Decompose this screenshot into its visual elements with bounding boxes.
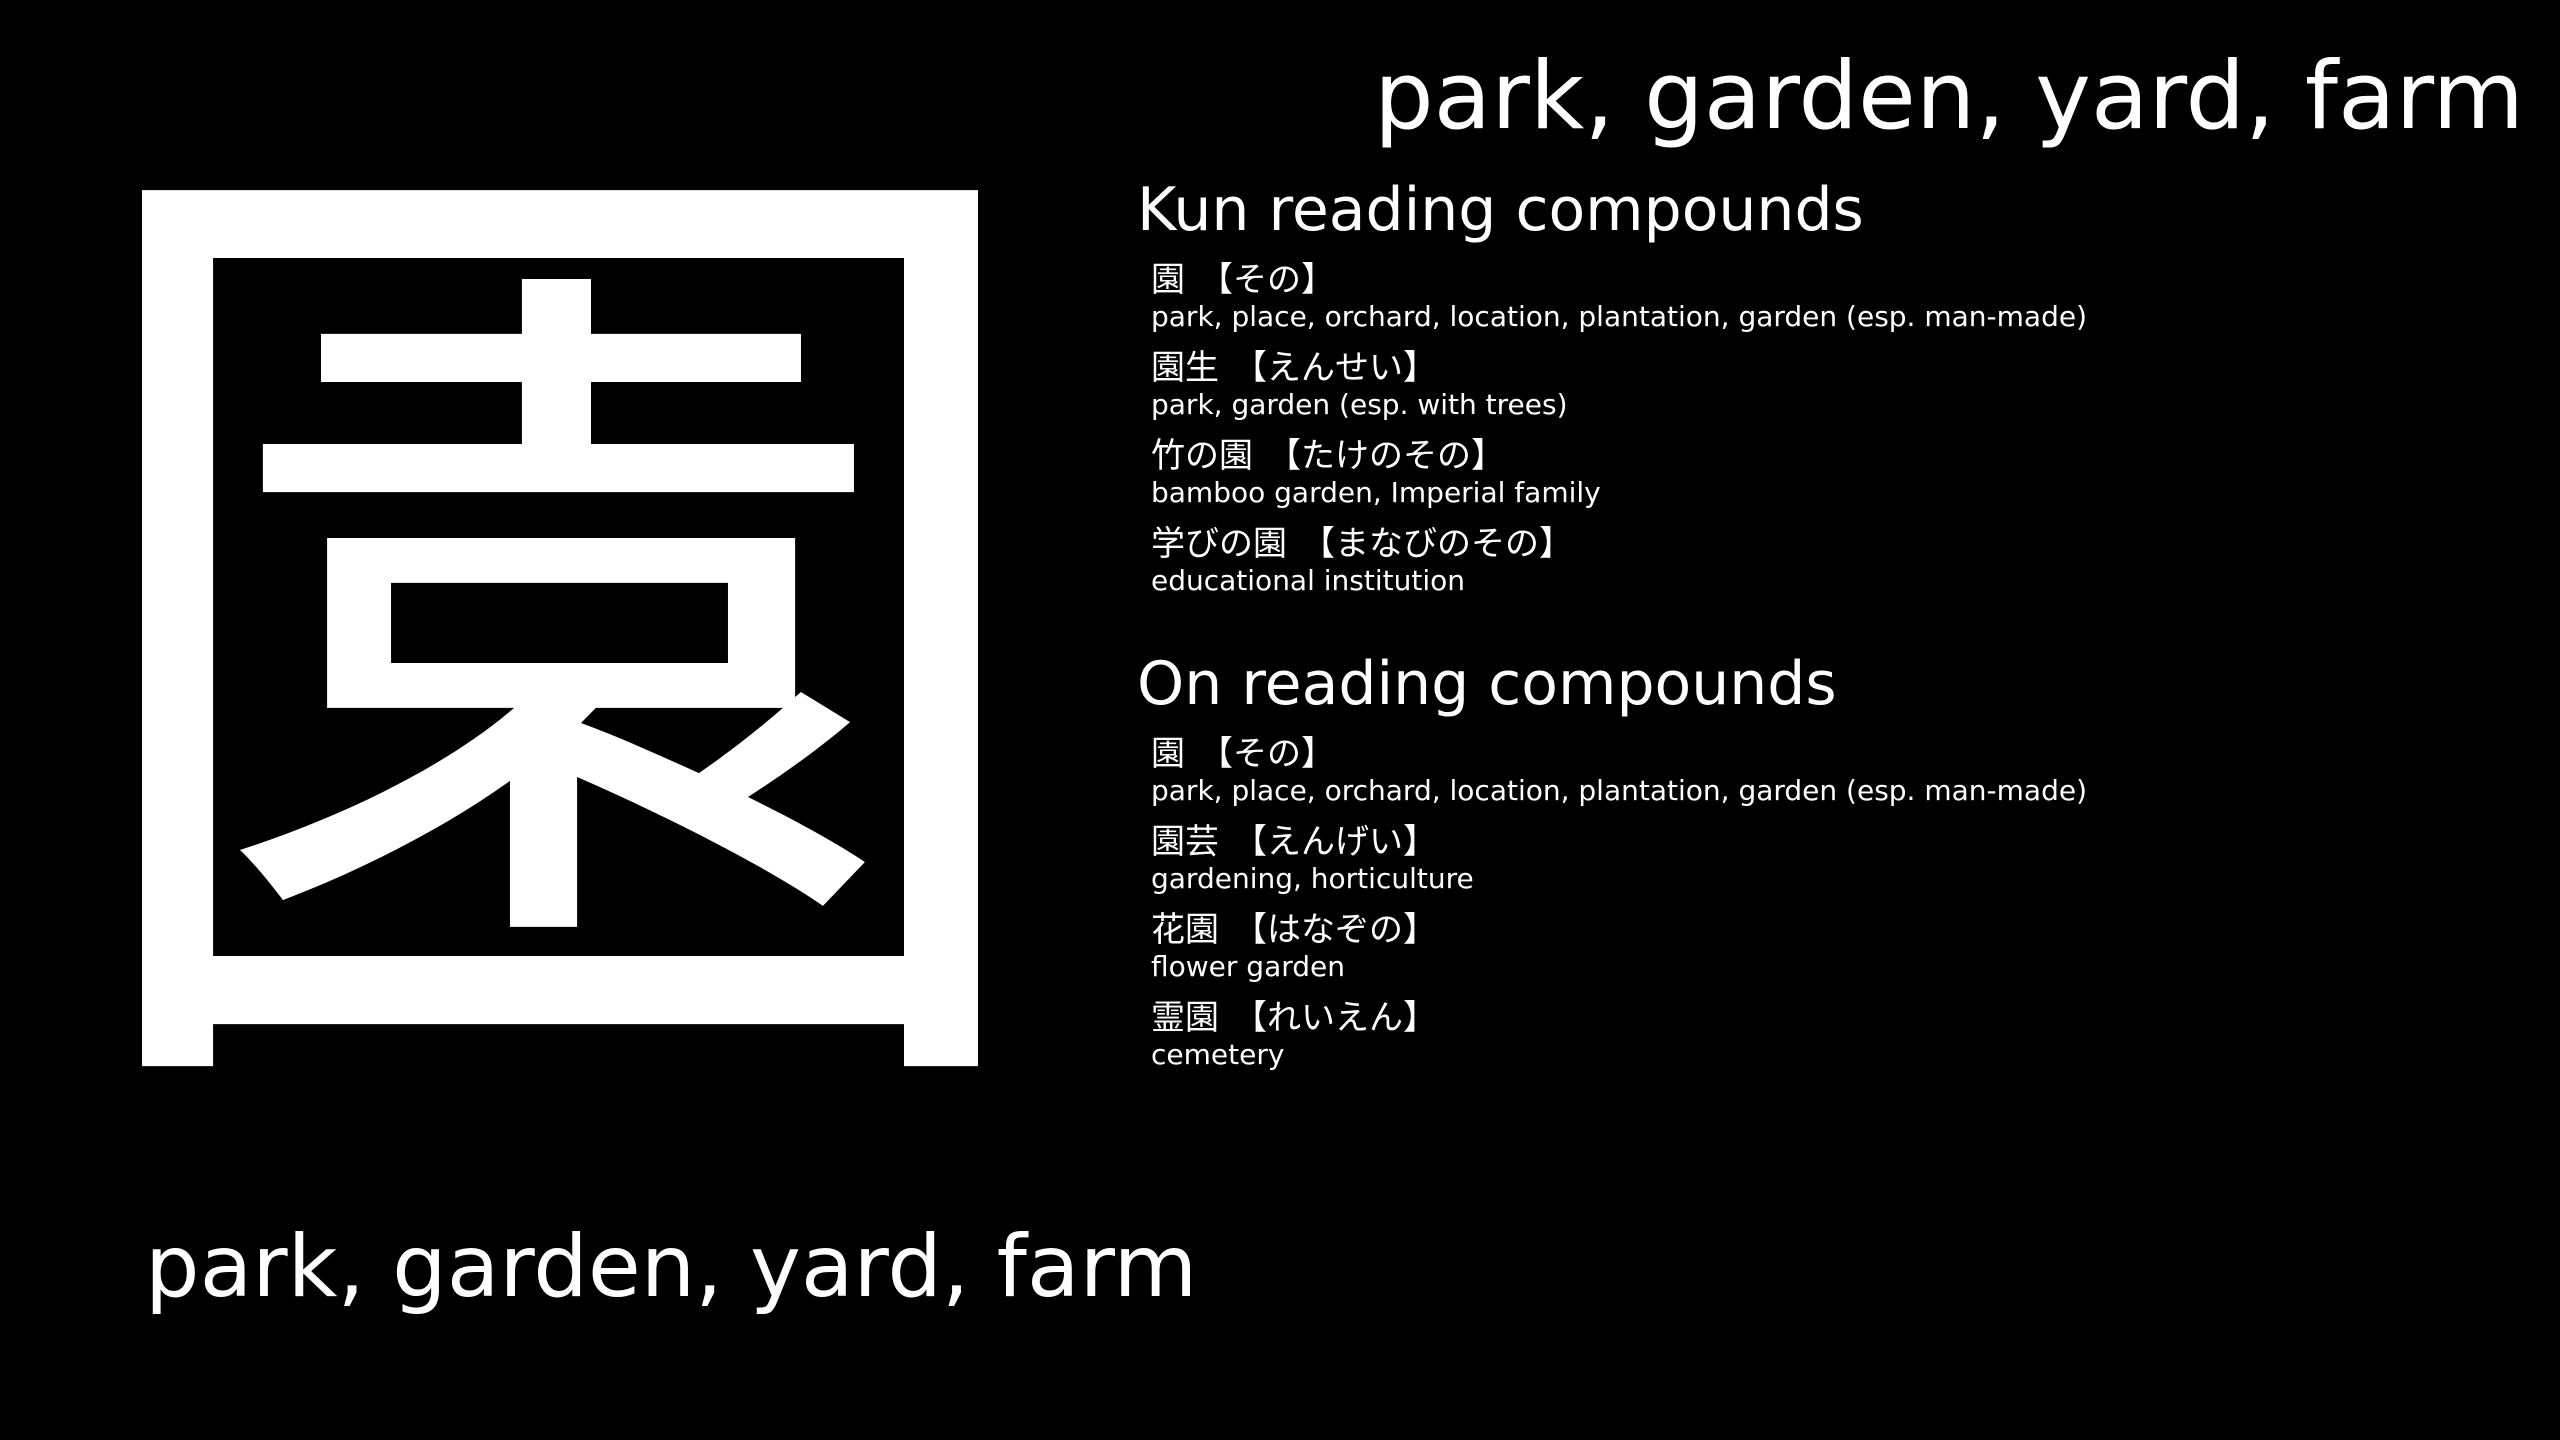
- kun-reading-section: Kun reading compounds 園【その】 park, place,…: [1137, 172, 2477, 612]
- compound-reading: 【えんせい】: [1233, 348, 1437, 388]
- compound-word: 竹の園: [1151, 436, 1253, 476]
- compound-heading: 園【その】: [1151, 734, 2477, 774]
- compound-word: 花園: [1151, 910, 1219, 950]
- compound-word: 園: [1151, 734, 1185, 774]
- kun-section-title: Kun reading compounds: [1137, 175, 1864, 245]
- compound-gloss: park, garden (esp. with trees): [1151, 388, 1568, 421]
- compound-word: 園生: [1151, 348, 1219, 388]
- compound-word: 霊園: [1151, 998, 1219, 1038]
- meaning-heading: park, garden, yard, farm: [1374, 42, 2525, 151]
- compound-heading: 竹の園 【たけのその】: [1151, 436, 2477, 476]
- on-compound-entry: 園【その】 park, place, orchard, location, pl…: [1151, 734, 2477, 808]
- compound-word: 園芸: [1151, 822, 1219, 862]
- main-kanji: 園: [60, 58, 1060, 1222]
- on-section-title: On reading compounds: [1137, 649, 1837, 719]
- compound-gloss: flower garden: [1151, 950, 1346, 983]
- kun-compound-entry: 学びの園 【まなびのその】 educational institution: [1151, 524, 2477, 598]
- meaning-caption: park, garden, yard, farm: [145, 1217, 1198, 1317]
- compound-heading: 学びの園 【まなびのその】: [1151, 524, 2477, 564]
- compound-heading: 園芸 【えんげい】: [1151, 822, 2477, 862]
- compound-reading: 【えんげい】: [1233, 822, 1437, 862]
- compound-gloss: bamboo garden, Imperial family: [1151, 476, 1601, 509]
- kun-compound-entry: 竹の園 【たけのその】 bamboo garden, Imperial famil…: [1151, 436, 2477, 510]
- compound-reading: 【その】: [1199, 260, 1335, 300]
- compound-heading: 花園 【はなぞの】: [1151, 910, 2477, 950]
- compound-reading: 【その】: [1199, 734, 1335, 774]
- on-compound-entry: 園芸 【えんげい】 gardening, horticulture: [1151, 822, 2477, 896]
- compound-gloss: educational institution: [1151, 564, 1466, 597]
- compound-gloss: park, place, orchard, location, plantati…: [1151, 774, 2087, 807]
- compound-word: 園: [1151, 260, 1185, 300]
- compound-reading: 【はなぞの】: [1233, 910, 1437, 950]
- compound-reading: 【たけのその】: [1267, 436, 1505, 476]
- compound-gloss: cemetery: [1151, 1038, 1285, 1071]
- compound-heading: 霊園 【れいえん】: [1151, 998, 2477, 1038]
- on-compound-entry: 霊園 【れいえん】 cemetery: [1151, 998, 2477, 1072]
- compound-word: 学びの園: [1151, 524, 1287, 564]
- compound-heading: 園生 【えんせい】: [1151, 348, 2477, 388]
- compound-reading: 【れいえん】: [1233, 998, 1437, 1038]
- compound-reading: 【まなびのその】: [1301, 524, 1573, 564]
- kun-compound-entry: 園生 【えんせい】 park, garden (esp. with trees): [1151, 348, 2477, 422]
- on-reading-section: On reading compounds 園【その】 park, place, …: [1137, 646, 2477, 1086]
- compound-heading: 園【その】: [1151, 260, 2477, 300]
- compound-gloss: gardening, horticulture: [1151, 862, 1474, 895]
- on-compound-entry: 花園 【はなぞの】 flower garden: [1151, 910, 2477, 984]
- kun-compound-entry: 園【その】 park, place, orchard, location, pl…: [1151, 260, 2477, 334]
- compound-gloss: park, place, orchard, location, plantati…: [1151, 300, 2087, 333]
